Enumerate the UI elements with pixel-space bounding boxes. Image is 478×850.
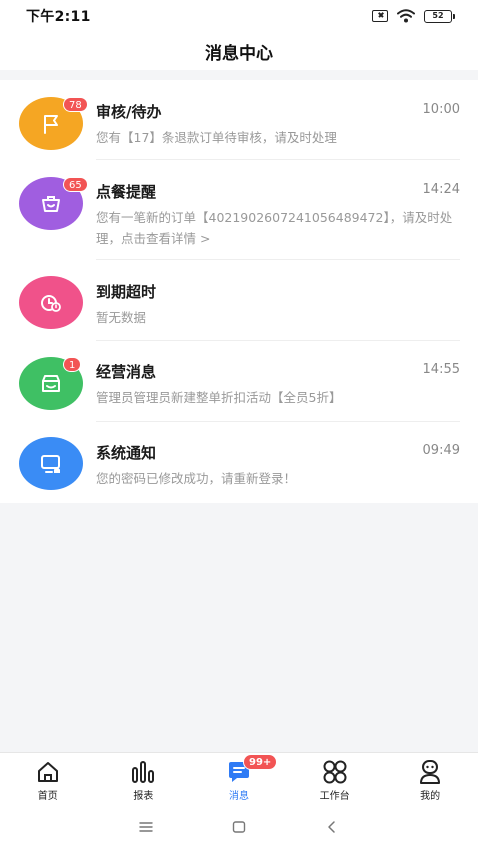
menu-icon <box>139 822 154 832</box>
message-title: 到期超时 <box>96 283 157 301</box>
message-title: 审核/待办 <box>96 103 162 121</box>
unread-badge: 1 <box>63 357 82 372</box>
divider <box>96 259 460 260</box>
no-sim-icon <box>372 10 388 22</box>
grid-icon <box>323 760 347 784</box>
tab-workbench[interactable]: 工作台 <box>287 753 383 804</box>
message-desc: 暂无数据 <box>96 310 147 325</box>
message-item-system[interactable]: 系统通知 09:49 您的密码已修改成功，请重新登录！ <box>0 423 478 503</box>
page-title: 消息中心 <box>205 43 273 64</box>
tab-label: 首页 <box>37 791 58 802</box>
message-title: 经营消息 <box>96 363 157 381</box>
back-button[interactable] <box>320 815 344 839</box>
message-item-order[interactable]: 65 点餐提醒 14:24 您有一笔新的订单【40219026072410564… <box>0 161 478 260</box>
message-desc: 管理员管理员新建整单折扣活动【全员5折】 <box>96 390 342 405</box>
menu-button[interactable] <box>134 815 158 839</box>
message-desc: 您有【17】条退款订单待审核，请及时处理 <box>96 130 337 145</box>
message-time: 10:00 <box>422 102 460 117</box>
tab-messages[interactable]: 99+ 消息 <box>191 753 287 804</box>
status-icons: 52 <box>372 9 455 23</box>
tab-profile[interactable]: 我的 <box>382 753 478 804</box>
home-icon <box>37 762 58 782</box>
unread-badge: 78 <box>63 97 88 112</box>
header: 消息中心 <box>0 32 478 70</box>
message-desc: 您的密码已修改成功，请重新登录！ <box>96 471 297 486</box>
tab-label: 报表 <box>133 791 154 802</box>
message-list: 78 审核/待办 10:00 您有【17】条退款订单待审核，请及时处理 65 点… <box>0 80 478 503</box>
divider <box>96 421 460 422</box>
system-nav-bar <box>0 804 478 850</box>
divider <box>96 340 460 341</box>
message-item-review[interactable]: 78 审核/待办 10:00 您有【17】条退款订单待审核，请及时处理 <box>0 80 478 160</box>
monitor-bell-icon <box>19 437 83 490</box>
tab-label: 消息 <box>228 791 249 802</box>
message-time: 14:24 <box>422 182 460 197</box>
message-time: 14:55 <box>422 362 460 377</box>
tab-label: 工作台 <box>319 791 350 802</box>
battery-icon: 52 <box>424 9 455 23</box>
square-icon <box>232 821 246 833</box>
status-bar: 下午2:11 52 <box>0 0 478 32</box>
tab-reports[interactable]: 报表 <box>96 753 192 804</box>
profile-icon <box>420 760 441 784</box>
message-item-expiry[interactable]: 到期超时 暂无数据 <box>0 261 478 341</box>
tab-label: 我的 <box>420 791 441 802</box>
home-button[interactable] <box>227 815 251 839</box>
bar-chart-icon <box>132 761 155 783</box>
unread-badge: 65 <box>63 177 88 192</box>
clock-icon <box>19 276 83 329</box>
message-title: 点餐提醒 <box>96 183 157 201</box>
back-icon <box>327 821 335 833</box>
tab-badge: 99+ <box>242 754 278 770</box>
message-time: 09:49 <box>422 443 460 458</box>
message-title: 系统通知 <box>96 444 157 462</box>
message-item-business[interactable]: 1 经营消息 14:55 管理员管理员新建整单折扣活动【全员5折】 <box>0 342 478 422</box>
divider <box>96 159 460 160</box>
status-time: 下午2:11 <box>26 9 91 25</box>
message-desc: 您有一笔新的订单【4021902607241056489472】，请及时处理，点… <box>96 210 453 246</box>
wifi-icon <box>397 9 415 23</box>
tab-bar: 首页 报表 99+ 消息 工作台 我的 <box>0 752 478 804</box>
tab-home[interactable]: 首页 <box>0 753 96 804</box>
